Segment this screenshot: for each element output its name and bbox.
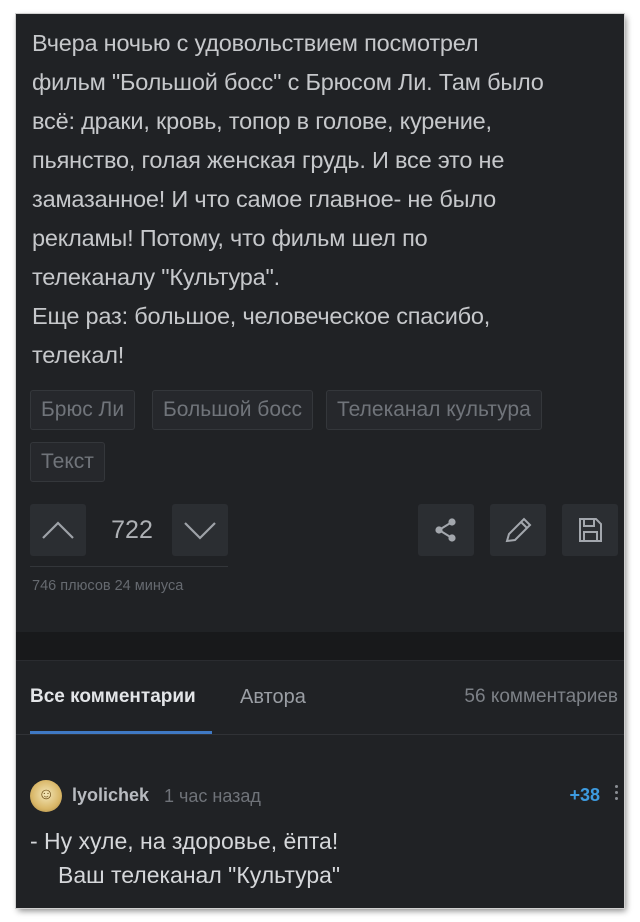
tag-culture-channel[interactable]: Телеканал культура [326,390,542,430]
share-button[interactable] [418,504,474,556]
comment-tabs: Все комментарии Автора 56 комментариев [16,674,624,734]
comment-rating: +38 [569,785,600,805]
more-vertical-icon[interactable] [612,782,620,806]
post-line: рекламы! Потому, что фильм шел по [32,225,428,251]
post-line: всё: драки, кровь, топор в голове, курен… [32,108,492,134]
comment-body: - Ну хуле, на здоровье, ёпта! Ваш телека… [30,824,340,892]
face-icon: ☺ [38,786,55,803]
save-icon [579,518,602,542]
downvote-button[interactable] [172,504,228,556]
pencil-icon [505,517,532,543]
section-gap [16,632,624,660]
votes-detail: 746 плюсов 24 минуса [32,578,184,594]
tag-big-boss[interactable]: Большой босс [152,390,313,430]
divider [16,660,624,661]
edit-button[interactable] [490,504,546,556]
post-line: телеканалу "Культура". [32,264,280,290]
tab-all-comments[interactable]: Все комментарии [30,686,196,708]
avatar[interactable]: ☺ [30,780,62,812]
comment-count: 56 комментариев [464,686,618,707]
comment-line: Ваш телеканал "Культура" [58,862,341,888]
upvote-button[interactable] [30,504,86,556]
save-button[interactable] [562,504,618,556]
post-line: Еще раз: большое, человеческое спасибо, [32,303,491,329]
comment-author[interactable]: lyolichek [72,785,149,806]
post-text: Вчера ночью с удовольствием посмотрел фи… [32,24,618,375]
post-line: замазанное! И что самое главное- не было [32,186,496,212]
post-line: фильм "Большой босс" с Брюсом Ли. Там бы… [32,69,544,95]
post-rating: 722 [111,516,153,544]
comment-time: 1 час назад [164,786,261,806]
post-line: Вчера ночью с удовольствием посмотрел [32,30,479,56]
divider [16,734,624,735]
screenshot-frame: Вчера ночью с удовольствием посмотрел фи… [16,14,624,908]
chevron-up-icon [42,521,74,539]
rating-divider [30,566,228,567]
tag-text[interactable]: Текст [30,442,105,482]
share-icon [435,518,456,542]
post-line: телекал! [32,342,125,368]
chevron-down-icon [184,522,216,540]
post-line: пьянство, голая женская грудь. И все это… [32,147,505,173]
tab-author[interactable]: Автора [240,686,306,709]
comment-line: - Ну хуле, на здоровье, ёпта! [30,828,339,854]
tag-bruce-lee[interactable]: Брюс Ли [30,390,136,430]
